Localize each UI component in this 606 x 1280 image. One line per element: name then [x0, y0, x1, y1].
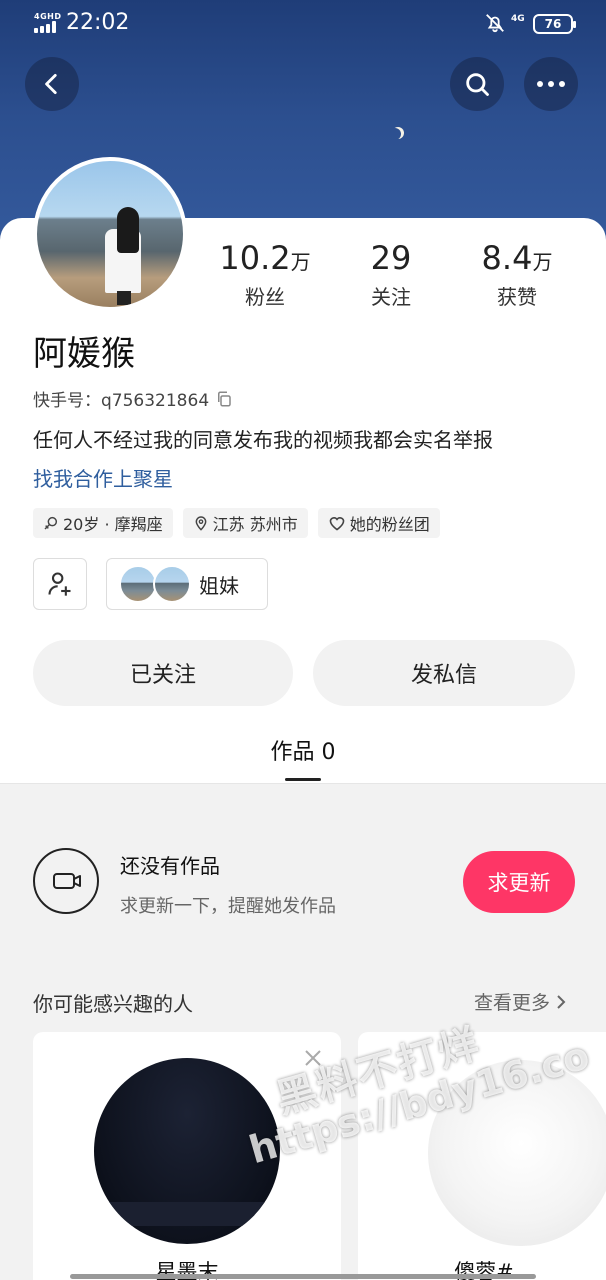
- bell-muted-icon: [486, 14, 504, 33]
- tag-fanclub[interactable]: 她的粉丝团: [317, 508, 440, 538]
- suggested-user-avatar[interactable]: [94, 1058, 280, 1244]
- more-dots-icon: [537, 81, 565, 87]
- gender-female-icon: [44, 516, 58, 530]
- stat-fans[interactable]: 10.2万 粉丝: [200, 238, 330, 310]
- tag-text: 她的粉丝团: [349, 515, 430, 534]
- back-arrow-icon: [45, 73, 57, 95]
- suggested-user-avatar[interactable]: [428, 1060, 606, 1246]
- close-icon[interactable]: [303, 1048, 323, 1068]
- tag-location: 江苏 苏州市: [182, 508, 308, 538]
- location-pin-icon: [195, 516, 207, 531]
- request-update-button[interactable]: 求更新: [463, 851, 575, 913]
- empty-subtitle: 求更新一下，提醒她发作品: [120, 896, 336, 917]
- stat-likes[interactable]: 8.4万 获赞: [452, 238, 582, 310]
- tag-text: 江苏 苏州市: [212, 515, 298, 534]
- battery-icon: 76: [533, 14, 576, 34]
- status-time: 22:02: [66, 10, 130, 35]
- tag-age: 20岁 · 摩羯座: [33, 508, 173, 538]
- see-more-link[interactable]: 查看更多: [474, 988, 566, 1015]
- divider: [0, 783, 606, 784]
- profile-bio: 任何人不经过我的同意发布我的视频我都会实名举报: [33, 428, 493, 452]
- sister-avatar: [153, 565, 191, 603]
- search-button[interactable]: [450, 57, 504, 111]
- network-label: 4G: [511, 14, 525, 24]
- stat-value: 8.4: [481, 239, 533, 277]
- suggested-user-card[interactable]: 星墨末: [33, 1032, 341, 1280]
- back-button[interactable]: [25, 57, 79, 111]
- signal-icon: [34, 21, 58, 33]
- add-user-icon: [48, 572, 71, 596]
- profile-tags: 20岁 · 摩羯座 江苏 苏州市 她的粉丝团: [33, 508, 440, 538]
- avatar[interactable]: [33, 157, 187, 311]
- stat-label: 关注: [371, 285, 411, 309]
- sisters-label: 姐妹: [199, 573, 239, 598]
- stat-label: 粉丝: [245, 285, 285, 309]
- suggested-user-card[interactable]: 傻蓉#: [358, 1032, 606, 1280]
- more-button[interactable]: [524, 57, 578, 111]
- tab-works[interactable]: 作品 0: [0, 734, 606, 766]
- heart-icon: [329, 517, 345, 531]
- stat-unit: 万: [290, 250, 311, 274]
- empty-title: 还没有作品: [120, 854, 220, 878]
- tag-text: 20岁 · 摩羯座: [63, 515, 163, 534]
- message-button[interactable]: 发私信: [313, 640, 575, 706]
- see-more-label: 查看更多: [474, 992, 551, 1014]
- moon-decoration: [389, 128, 401, 140]
- chevron-right-icon: [557, 994, 566, 1009]
- kuaishou-id-text: 快手号：q756321864: [33, 391, 210, 411]
- stat-following[interactable]: 29 关注: [326, 238, 456, 310]
- stat-unit: 万: [532, 250, 553, 274]
- kuaishou-id[interactable]: 快手号：q756321864: [33, 386, 233, 411]
- add-friend-button[interactable]: [33, 558, 87, 610]
- sisters-relation-button[interactable]: 姐妹: [106, 558, 268, 610]
- stat-value: 29: [370, 239, 412, 277]
- stat-value: 10.2: [219, 239, 291, 277]
- cooperation-link[interactable]: 找我合作上聚星: [33, 463, 173, 492]
- tab-indicator: [285, 778, 321, 781]
- network-type-label: 4GHD: [34, 12, 62, 21]
- suggestions-title: 你可能感兴趣的人: [33, 992, 193, 1016]
- status-bar: 4GHD 22:02 4G 76: [0, 0, 606, 48]
- profile-name: 阿媛猴: [33, 334, 135, 374]
- stat-label: 获赞: [497, 285, 537, 309]
- copy-icon[interactable]: [215, 390, 233, 408]
- camera-icon: [33, 848, 99, 914]
- avatar-figure: [105, 207, 141, 305]
- search-icon: [466, 73, 489, 96]
- home-indicator: [70, 1274, 536, 1279]
- followed-button[interactable]: 已关注: [33, 640, 293, 706]
- sister-avatar: [119, 565, 157, 603]
